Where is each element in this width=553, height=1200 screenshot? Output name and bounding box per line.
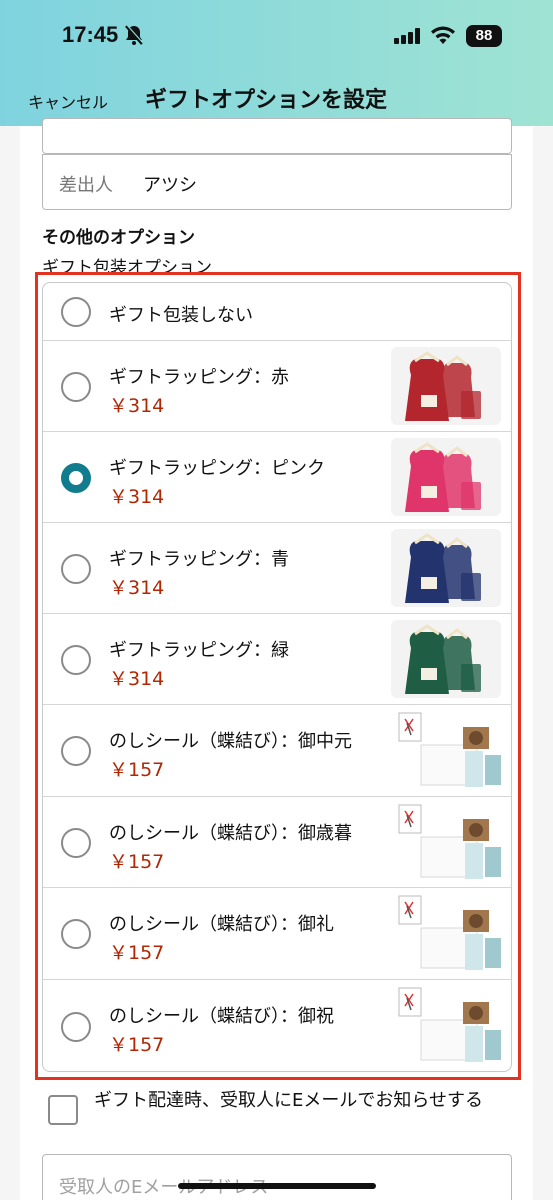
cancel-button[interactable]: キャンセル (28, 89, 108, 113)
highlight-frame (35, 272, 521, 1080)
message-field[interactable] (42, 118, 512, 154)
bell-slash-icon (124, 24, 144, 50)
page-title: ギフトオプションを設定 (145, 88, 388, 113)
cellular-signal-icon (394, 28, 422, 48)
sender-value: アツシ (143, 175, 197, 196)
email-notify-checkbox[interactable] (48, 1095, 78, 1125)
battery-indicator: 88 (466, 25, 502, 47)
home-indicator (178, 1183, 376, 1189)
email-notify-label[interactable]: ギフト配達時、受取人にEメールでお知らせする (94, 1087, 504, 1115)
sender-label: 差出人 (59, 175, 113, 196)
other-options-title: その他のオプション (42, 228, 195, 248)
recipient-email-input[interactable]: 受取人のEメールアドレス (42, 1154, 512, 1200)
page-margin-right (533, 126, 553, 1200)
status-time: 17:45 (62, 22, 119, 47)
wifi-icon (430, 25, 456, 49)
status-bar: 17:45 88 (0, 0, 553, 72)
sender-field[interactable]: 差出人 アツシ (42, 154, 512, 210)
page-margin-left (0, 126, 20, 1200)
